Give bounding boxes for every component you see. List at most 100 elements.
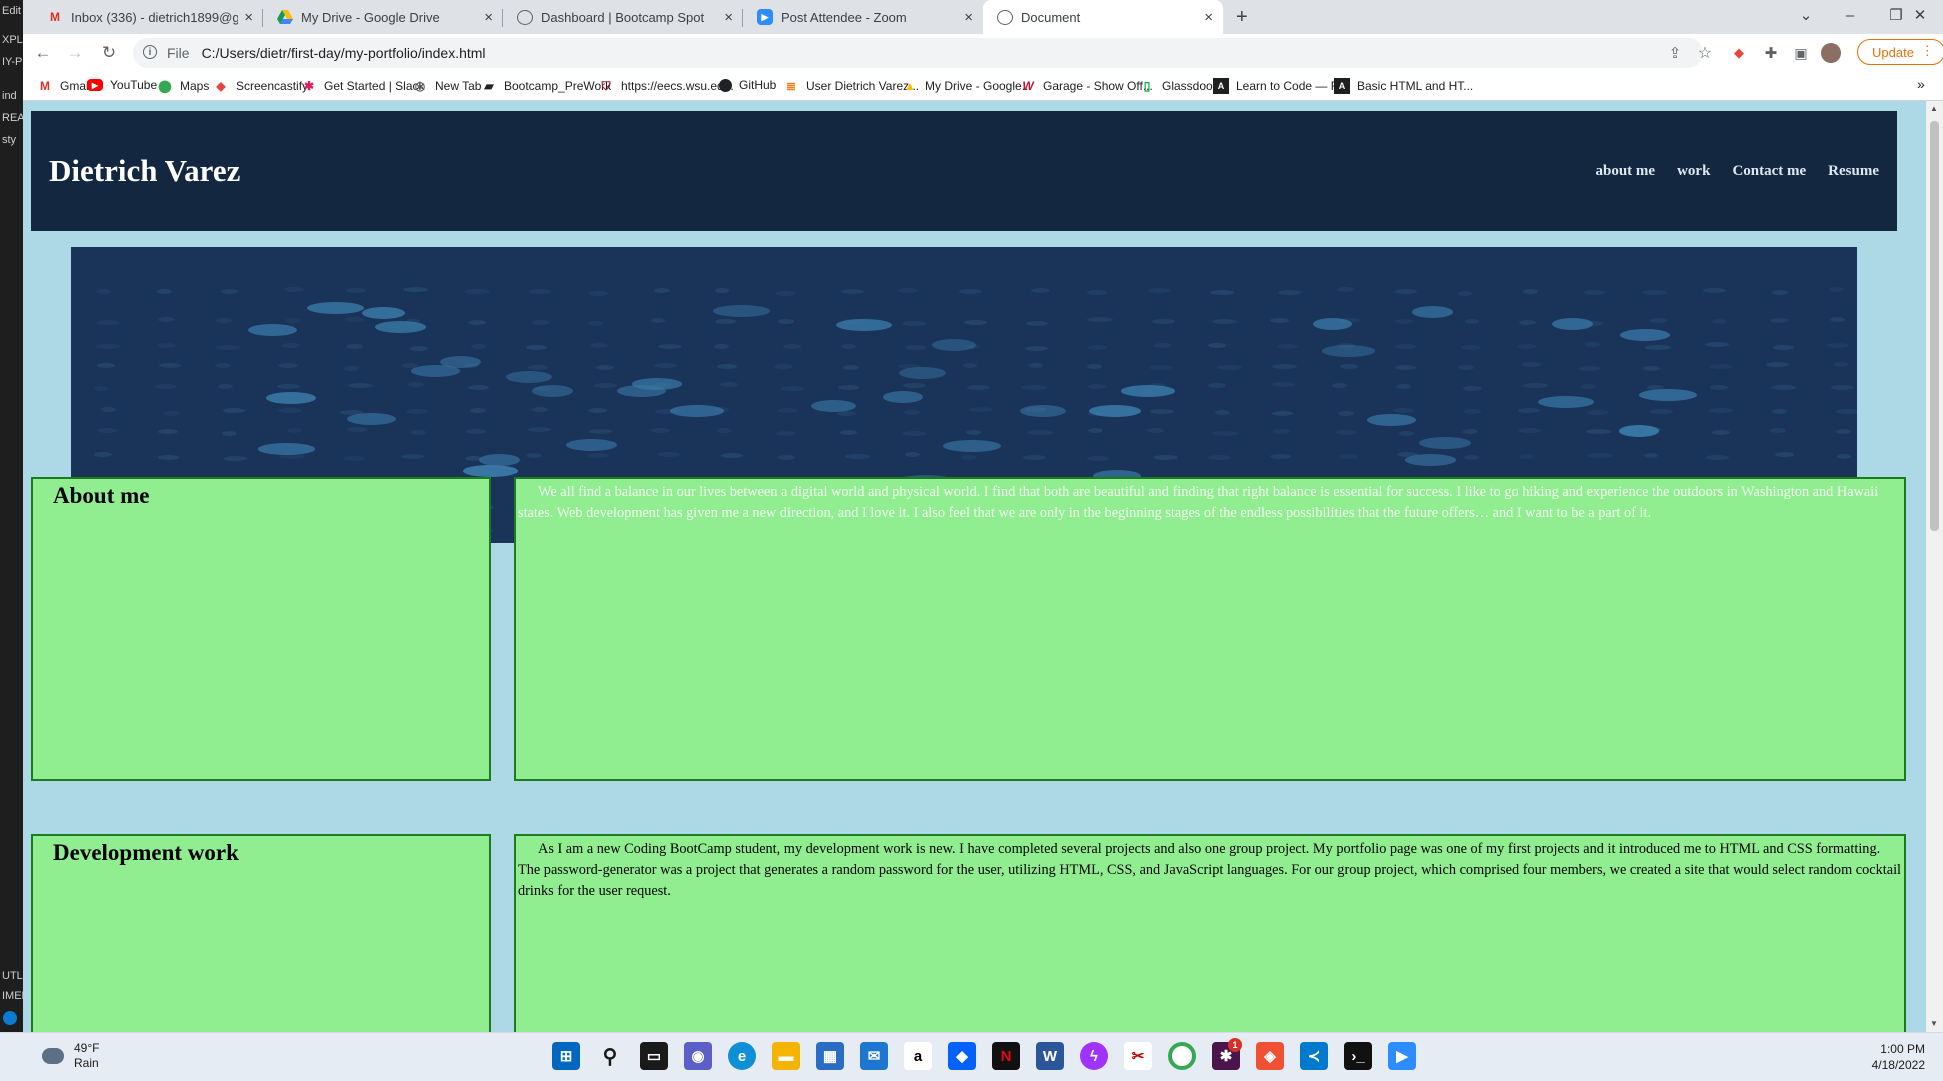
editor-file-readme[interactable]: REA [2, 112, 23, 124]
globe-icon [997, 9, 1013, 25]
nav-resume[interactable]: Resume [1828, 163, 1879, 180]
nav-work[interactable]: work [1677, 163, 1710, 180]
scrollbar-thumb[interactable] [1930, 121, 1939, 531]
hero-dot [1771, 290, 1789, 296]
bookmark-glassdoor[interactable]: ▯ Glassdoor [1139, 78, 1217, 94]
reload-icon[interactable]: ↻ [97, 41, 121, 65]
editor-outline-label[interactable]: UTL [2, 970, 23, 982]
bookmark-basic-html[interactable]: A Basic HTML and HT... [1334, 78, 1473, 94]
zoom-icon: ▶ [757, 9, 773, 25]
dropbox-icon[interactable]: ◆ [948, 1042, 976, 1070]
netflix-icon[interactable]: N [992, 1042, 1020, 1070]
hero-dot [529, 289, 552, 295]
browser-window: M Inbox (336) - dietrich1899@gma × My Dr… [23, 0, 1943, 1032]
teams-chat-icon[interactable]: ◉ [684, 1042, 712, 1070]
tab-close-icon[interactable]: × [964, 9, 973, 26]
terminal-icon[interactable]: ›_ [1344, 1042, 1372, 1070]
tab-document[interactable]: Document × [983, 0, 1223, 34]
address-url[interactable]: C:/Users/dietr/first-day/my-portfolio/in… [202, 45, 486, 61]
microsoft-store-icon[interactable]: ▦ [816, 1042, 844, 1070]
bookmark-slack[interactable]: ✱ Get Started | Slack [301, 78, 425, 94]
hero-dot [346, 413, 396, 426]
word-icon[interactable]: W [1036, 1042, 1064, 1070]
sync-icon[interactable] [3, 1011, 17, 1025]
bookmark-star-icon[interactable]: ☆ [1693, 41, 1717, 65]
update-button[interactable]: Update ⋮ [1857, 39, 1943, 65]
bookmark-maps[interactable]: ⬤ Maps [157, 78, 209, 94]
hero-dot [1518, 319, 1536, 325]
snipping-tool-icon[interactable]: ✂ [1124, 1042, 1152, 1070]
tab-search-button[interactable]: ⌄ [1783, 0, 1829, 30]
new-tab-button[interactable]: + [1228, 0, 1262, 34]
forward-icon[interactable]: → [63, 41, 87, 65]
mail-icon[interactable]: ✉ [860, 1042, 888, 1070]
file-explorer-icon[interactable]: ▬ [772, 1042, 800, 1070]
windows-start-icon[interactable]: ⊞ [552, 1042, 580, 1070]
bookmark-new-tab[interactable]: ◎ New Tab [412, 78, 482, 94]
tab-zoom[interactable]: ▶ Post Attendee - Zoom × [743, 0, 983, 34]
hero-dot [1703, 287, 1726, 293]
tab-bootcamp-spot[interactable]: Dashboard | Bootcamp Spot × [503, 0, 743, 34]
zoom-icon[interactable]: ▶ [1388, 1042, 1416, 1070]
editor-timeline-label[interactable]: IMEL [2, 990, 23, 1002]
weather-widget[interactable]: 49°F Rain [42, 1041, 99, 1071]
tab-close-icon[interactable]: × [724, 9, 733, 26]
tab-close-icon[interactable]: × [484, 9, 493, 26]
scroll-down-icon[interactable]: ▼ [1930, 1019, 1938, 1028]
bookmark-learn-to-code[interactable]: A Learn to Code — F... [1213, 78, 1347, 94]
profile-avatar[interactable] [1821, 43, 1841, 63]
screencastify-extension-icon[interactable]: ◆ [1727, 41, 1751, 65]
task-view-icon[interactable]: ▭ [640, 1042, 668, 1070]
edge-icon[interactable]: e [728, 1042, 756, 1070]
bookmark-wsu[interactable]: ⛉ https://eecs.wsu.ed... [598, 78, 733, 94]
editor-file-style[interactable]: sty [2, 134, 16, 146]
hero-dot [1522, 288, 1538, 294]
menu-icon[interactable]: ⋮ [1921, 43, 1934, 59]
side-panel-icon[interactable]: ▣ [1789, 41, 1813, 65]
hero-dot [1153, 454, 1179, 460]
hero-dot [959, 288, 982, 294]
hero-dot [775, 430, 796, 436]
bookmarks-overflow-button[interactable]: » [1917, 76, 1925, 92]
bookmark-stackoverflow[interactable]: ≣ User Dietrich Varez... [783, 78, 919, 94]
address-bar[interactable]: i File C:/Users/dietr/first-day/my-portf… [133, 38, 1703, 68]
git-icon[interactable]: ◈ [1256, 1042, 1284, 1070]
hero-dot [401, 454, 425, 460]
info-icon[interactable]: i [143, 45, 157, 59]
bookmark-screencastify[interactable]: ◆ Screencastify [213, 78, 308, 94]
amazon-icon[interactable]: a [904, 1042, 932, 1070]
bookmark-github[interactable]: GitHub [719, 78, 776, 92]
hero-dot [670, 404, 724, 417]
rain-cloud-icon [42, 1048, 64, 1064]
chrome-icon[interactable] [1168, 1042, 1196, 1070]
hero-dot [1395, 319, 1413, 325]
hero-dot [1150, 408, 1174, 414]
bookmark-google-drive[interactable]: ▲ My Drive - Google... [902, 78, 1032, 94]
nav-contact-me[interactable]: Contact me [1732, 163, 1806, 180]
hero-dot [1272, 363, 1297, 369]
nav-about-me[interactable]: about me [1596, 163, 1656, 180]
close-window-button[interactable]: ✕ [1897, 0, 1943, 30]
system-clock[interactable]: 1:00 PM 4/18/2022 [1872, 1041, 1925, 1073]
bookmark-prework[interactable]: ▰ Bootcamp_PreWork [481, 78, 611, 94]
minimize-button[interactable]: – [1827, 0, 1873, 30]
page-scrollbar[interactable]: ▲ ▼ [1926, 101, 1943, 1032]
search-icon[interactable]: ⚲ [596, 1042, 624, 1070]
vscode-icon[interactable]: ≺ [1300, 1042, 1328, 1070]
tab-google-drive[interactable]: My Drive - Google Drive × [263, 0, 503, 34]
editor-menu-edit[interactable]: Edit [2, 5, 21, 17]
scroll-up-icon[interactable]: ▲ [1930, 104, 1938, 113]
extensions-icon[interactable]: ✚ [1759, 41, 1783, 65]
tab-close-icon[interactable]: × [244, 9, 253, 26]
messenger-icon[interactable]: ϟ [1080, 1042, 1108, 1070]
bookmark-garage[interactable]: W Garage - Show Off... [1020, 78, 1153, 94]
windows-taskbar: 49°F Rain ⊞ ⚲ ▭ ◉ e ▬ ▦ ✉ a ◆ N W ϟ ✂ ✱ … [0, 1032, 1943, 1081]
tab-gmail[interactable]: M Inbox (336) - dietrich1899@gma × [33, 0, 263, 34]
editor-file-index[interactable]: ind [2, 90, 17, 102]
tab-close-icon[interactable]: × [1204, 9, 1213, 26]
back-icon[interactable]: ← [31, 41, 55, 65]
share-icon[interactable]: ⇪ [1663, 41, 1687, 65]
hero-dot [1087, 345, 1107, 351]
bookmark-gmail[interactable]: M Gmail [37, 78, 91, 94]
bookmark-youtube[interactable]: ▶ YouTube [87, 78, 157, 92]
